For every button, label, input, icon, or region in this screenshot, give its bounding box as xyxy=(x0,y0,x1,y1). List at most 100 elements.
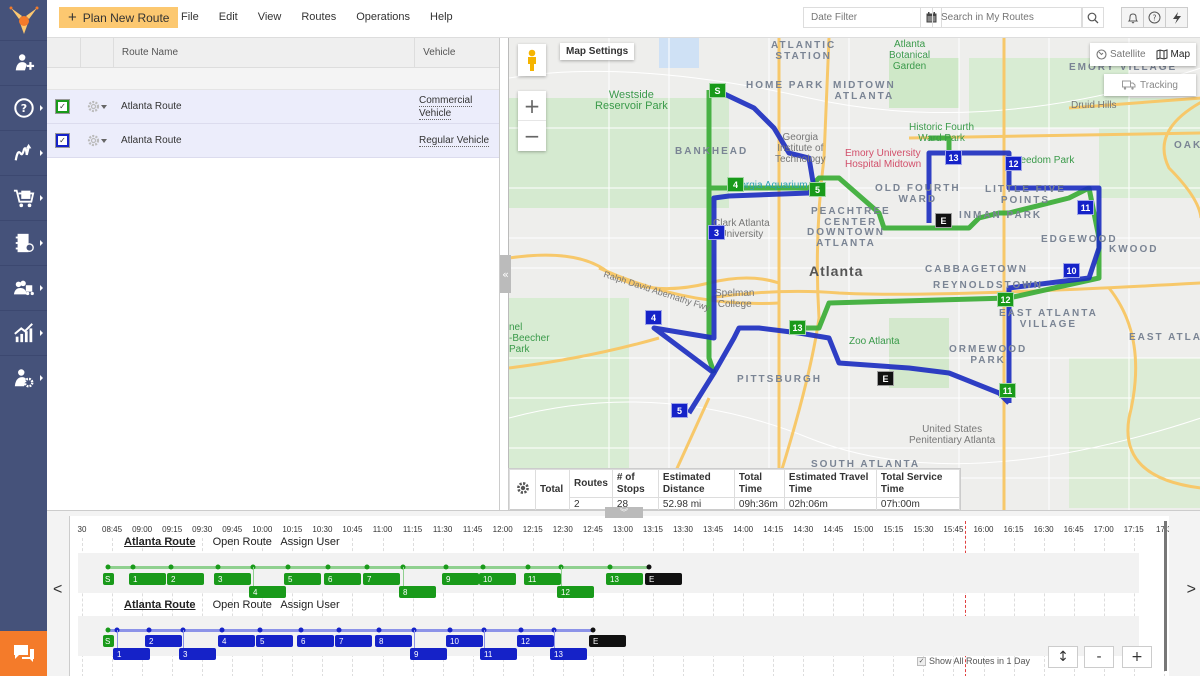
map-marker-end[interactable]: E xyxy=(877,371,894,386)
route-checkbox[interactable]: ✓ xyxy=(55,99,70,114)
sidebar-item-analytics[interactable] xyxy=(0,310,47,355)
sidebar-item-add-user[interactable] xyxy=(0,40,47,85)
timeline-stop[interactable]: 11 xyxy=(480,648,517,660)
map-marker-blue-12[interactable]: 12 xyxy=(1005,156,1022,171)
route-actions-menu[interactable] xyxy=(87,134,107,147)
timeline-stop[interactable]: 5 xyxy=(284,573,321,585)
table-row[interactable]: ✓ Atlanta Route Regular Vehicle xyxy=(47,124,499,158)
search-routes-field[interactable] xyxy=(932,7,1082,28)
menu-help[interactable]: Help xyxy=(430,11,453,23)
timeline-stop[interactable]: 7 xyxy=(363,573,400,585)
tracking-button[interactable]: Tracking xyxy=(1104,74,1196,96)
timeline-stop[interactable]: 11 xyxy=(524,573,561,585)
header-route-name[interactable]: Route Name xyxy=(114,38,416,67)
route-map[interactable]: ATLANTIC STATION Atlanta Botanical Garde… xyxy=(508,38,1200,510)
route-checkbox[interactable]: ✓ xyxy=(55,133,70,148)
timeline-stop[interactable]: 1 xyxy=(113,648,150,660)
sidebar-item-address-book[interactable] xyxy=(0,220,47,265)
menu-file[interactable]: File xyxy=(181,11,199,23)
search-button[interactable] xyxy=(1082,7,1104,28)
sidebar-item-user-settings[interactable] xyxy=(0,355,47,400)
map-marker-blue-10[interactable]: 10 xyxy=(1063,263,1080,278)
timeline-stop[interactable]: 3 xyxy=(214,573,251,585)
route-name[interactable]: Atlanta Route xyxy=(121,135,182,146)
timeline-start-stop[interactable]: S xyxy=(103,635,114,647)
timeline-stop[interactable]: 12 xyxy=(557,586,594,598)
timeline-route-1-assign[interactable]: Assign User xyxy=(280,536,339,548)
timeline-stop[interactable]: 2 xyxy=(167,573,204,585)
timeline-stop[interactable]: 10 xyxy=(479,573,516,585)
summary-settings[interactable] xyxy=(509,469,536,511)
map-marker-blue-5[interactable]: 5 xyxy=(671,403,688,418)
timeline-stop[interactable]: 6 xyxy=(297,635,334,647)
map-marker-blue-11[interactable]: 11 xyxy=(1077,200,1094,215)
timeline-stop[interactable]: 8 xyxy=(399,586,436,598)
timeline-stop[interactable]: 12 xyxy=(517,635,554,647)
timeline-zoom-out-button[interactable]: - xyxy=(1084,646,1114,668)
vehicle-link[interactable]: Commercial Vehicle xyxy=(419,94,473,120)
plan-new-route-button[interactable]: + Plan New Route xyxy=(59,7,179,28)
chat-button[interactable] xyxy=(0,631,47,676)
timeline-stop[interactable]: 9 xyxy=(410,648,447,660)
sidebar-item-routes[interactable] xyxy=(0,130,47,175)
notifications-button[interactable] xyxy=(1121,7,1144,28)
timeline-stop[interactable]: 1 xyxy=(129,573,166,585)
timeline-scrollbar[interactable] xyxy=(1164,521,1167,671)
timeline-route-2-assign[interactable]: Assign User xyxy=(280,599,339,611)
collapse-panel-handle[interactable]: « xyxy=(500,255,511,293)
help-button[interactable]: ? xyxy=(1143,7,1166,28)
satellite-toggle[interactable]: Satellite xyxy=(1096,49,1146,60)
menu-operations[interactable]: Operations xyxy=(356,11,410,23)
map-marker-green-13[interactable]: 13 xyxy=(789,320,806,335)
map-marker-green-5[interactable]: 5 xyxy=(809,182,826,197)
timeline-end-stop[interactable]: E xyxy=(589,635,626,647)
map-marker-green-11[interactable]: 11 xyxy=(999,383,1016,398)
table-row[interactable]: ✓ Atlanta Route Commercial Vehicle xyxy=(47,90,499,124)
expand-timeline-handle[interactable]: ︾ xyxy=(605,507,643,518)
timeline-route-1-name[interactable]: Atlanta Route xyxy=(124,536,196,548)
timeline-stop[interactable]: 4 xyxy=(218,635,255,647)
vehicle-link[interactable]: Regular Vehicle xyxy=(419,134,490,147)
sidebar-item-help[interactable]: ? xyxy=(0,85,47,130)
timeline-route-1-open[interactable]: Open Route xyxy=(213,536,272,548)
timeline-end-stop[interactable]: E xyxy=(645,573,682,585)
menu-edit[interactable]: Edit xyxy=(219,11,238,23)
date-filter-input[interactable]: Date Filter xyxy=(803,7,921,28)
map-settings-button[interactable]: Map Settings xyxy=(560,43,635,60)
timeline-stop[interactable]: 5 xyxy=(256,635,293,647)
map-marker-blue-13[interactable]: 13 xyxy=(945,150,962,165)
timeline-stop[interactable]: 13 xyxy=(606,573,643,585)
zoom-out-button[interactable]: − xyxy=(518,121,546,151)
menu-routes[interactable]: Routes xyxy=(301,11,336,23)
timeline-stop[interactable]: 9 xyxy=(442,573,479,585)
timeline-expand-button[interactable]: ↕ xyxy=(1048,646,1078,668)
timeline-stop[interactable]: 3 xyxy=(179,648,216,660)
map-marker-green-start[interactable]: S xyxy=(709,83,726,98)
show-all-checkbox[interactable]: ✓ xyxy=(917,656,926,666)
zoom-in-button[interactable]: + xyxy=(518,91,546,121)
timeline-next-button[interactable]: > xyxy=(1187,581,1196,599)
route-name[interactable]: Atlanta Route xyxy=(121,101,182,112)
street-view-pegman[interactable] xyxy=(518,44,546,76)
route-actions-menu[interactable] xyxy=(87,100,107,113)
timeline-stop[interactable]: 2 xyxy=(145,635,182,647)
route4me-logo[interactable] xyxy=(0,0,47,40)
sidebar-item-team[interactable] xyxy=(0,265,47,310)
map-marker-blue-4[interactable]: 4 xyxy=(645,310,662,325)
show-all-routes-toggle[interactable]: ✓ Show All Routes in 1 Day xyxy=(917,656,1030,666)
timeline-zoom-in-button[interactable]: + xyxy=(1122,646,1152,668)
map-toggle[interactable]: Map xyxy=(1156,49,1190,60)
timeline-route-2-open[interactable]: Open Route xyxy=(213,599,272,611)
map-marker-green-12[interactable]: 12 xyxy=(997,292,1014,307)
search-routes-input[interactable] xyxy=(941,12,1081,23)
timeline-start-stop[interactable]: S xyxy=(103,573,114,585)
map-marker-end[interactable]: E xyxy=(935,213,952,228)
timeline-route-2-name[interactable]: Atlanta Route xyxy=(124,599,196,611)
timeline-stop[interactable]: 10 xyxy=(446,635,483,647)
timeline-stop[interactable]: 4 xyxy=(249,586,286,598)
sidebar-item-orders[interactable] xyxy=(0,175,47,220)
timeline-stop[interactable]: 13 xyxy=(550,648,587,660)
timeline-stop[interactable]: 8 xyxy=(375,635,412,647)
quick-actions-button[interactable] xyxy=(1165,7,1188,28)
map-marker-green-4[interactable]: 4 xyxy=(727,177,744,192)
